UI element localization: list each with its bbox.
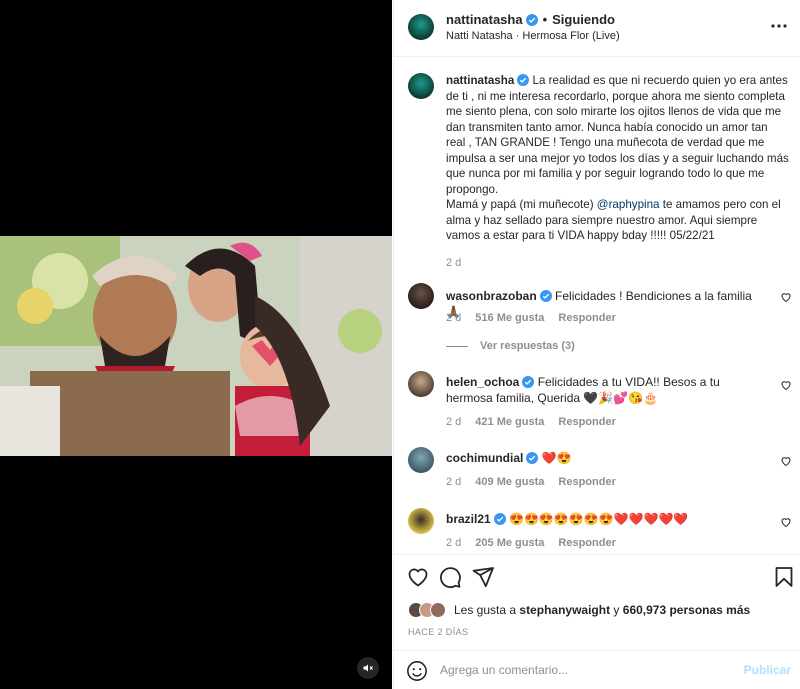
comment-username[interactable]: cochimundial xyxy=(446,451,523,465)
reply-button[interactable]: Responder xyxy=(558,537,615,549)
liker-avatars xyxy=(408,602,446,618)
comment-time: 2 d xyxy=(446,416,462,428)
post-actions: Les gusta a stephanywaight y 660,973 per… xyxy=(394,554,800,664)
more-options-button[interactable] xyxy=(767,16,791,36)
comments-scroll-area[interactable]: nattinatasha La realidad es que ni recue… xyxy=(394,57,800,554)
publish-button[interactable]: Publicar xyxy=(744,663,791,677)
verified-badge-icon xyxy=(526,452,539,464)
verified-badge-icon xyxy=(517,74,530,86)
comment-meta: 2 d 421 Me gusta Responder xyxy=(446,416,630,428)
verified-badge-icon xyxy=(525,14,538,26)
author-username[interactable]: nattinatasha xyxy=(446,12,523,27)
header-separator: • xyxy=(542,12,548,27)
caption-line2: Mamá y papá (mi muñecote) xyxy=(446,198,594,211)
comment-body: helen_ochoa Felicidades a tu VIDA!! Beso… xyxy=(446,374,766,406)
comment-like-heart-icon[interactable] xyxy=(780,379,792,391)
comment-username[interactable]: wasonbrazoban xyxy=(446,289,537,303)
comment-time: 2 d xyxy=(446,537,462,549)
comment-meta: 2 d 409 Me gusta Responder xyxy=(446,476,630,488)
caption-body: La realidad es que ni recuerdo quien yo … xyxy=(446,74,789,196)
reply-button[interactable]: Responder xyxy=(558,476,615,488)
comment-likes[interactable]: 421 Me gusta xyxy=(475,416,544,428)
comment-avatar[interactable] xyxy=(408,447,434,473)
comment-text: ❤️😍 xyxy=(541,451,572,465)
comment-meta: 2 d 205 Me gusta Responder xyxy=(446,537,630,549)
post-header: nattinatasha • Siguiendo Natti Natasha · H… xyxy=(394,0,800,57)
more-horizontal-icon xyxy=(771,24,787,28)
comment-input[interactable] xyxy=(440,659,730,681)
comment-username[interactable]: brazil21 xyxy=(446,512,491,526)
reply-button[interactable]: Responder xyxy=(558,312,615,324)
author-avatar[interactable] xyxy=(408,14,434,40)
comment-like-heart-icon[interactable] xyxy=(780,291,792,303)
view-replies-label: Ver respuestas (3) xyxy=(480,340,575,352)
view-replies-button[interactable]: Ver respuestas (3) xyxy=(446,340,575,352)
likes-summary: Les gusta a stephanywaight y 660,973 per… xyxy=(408,601,750,619)
mute-button[interactable] xyxy=(357,657,379,679)
comment-icon[interactable] xyxy=(438,565,462,589)
comment-username[interactable]: helen_ochoa xyxy=(446,375,519,389)
comment-like-heart-icon[interactable] xyxy=(780,516,792,528)
verified-badge-icon xyxy=(539,290,552,302)
comment-body: brazil21 😍😍😍😍😍😍😍❤️❤️❤️❤️❤️ xyxy=(446,511,766,527)
post-media[interactable] xyxy=(0,0,392,689)
header-user-line: nattinatasha • Siguiendo xyxy=(446,12,615,27)
likes-count[interactable]: 660,973 personas más xyxy=(623,603,750,617)
verified-badge-icon xyxy=(522,376,535,388)
bookmark-icon[interactable] xyxy=(772,565,796,589)
comment-avatar[interactable] xyxy=(408,371,434,397)
comment-meta: 2 d 516 Me gusta Responder xyxy=(446,312,630,324)
comment-likes[interactable]: 205 Me gusta xyxy=(475,537,544,549)
comment-like-heart-icon[interactable] xyxy=(780,455,792,467)
following-button[interactable]: Siguiendo xyxy=(552,12,615,27)
comment-likes[interactable]: 516 Me gusta xyxy=(475,312,544,324)
likes-connector: y xyxy=(613,603,620,617)
heart-icon[interactable] xyxy=(406,565,430,589)
comment-avatar[interactable] xyxy=(408,283,434,309)
verified-badge-icon xyxy=(493,513,506,525)
caption-username[interactable]: nattinatasha xyxy=(446,74,514,87)
caption-text: nattinatasha La realidad es que ni recue… xyxy=(446,73,790,271)
speaker-muted-icon xyxy=(363,664,373,672)
likes-prefix: Les gusta a xyxy=(454,603,517,617)
audio-track-link[interactable]: Natti Natasha · Hermosa Flor (Live) xyxy=(446,30,620,42)
add-comment-bar: Publicar xyxy=(394,650,800,689)
reply-button[interactable]: Responder xyxy=(558,416,615,428)
liker-username[interactable]: stephanywaight xyxy=(519,603,610,617)
post-photo[interactable] xyxy=(0,236,392,456)
caption-avatar[interactable] xyxy=(408,73,434,99)
caption-time: 2 d xyxy=(446,256,462,269)
post-timestamp[interactable]: HACE 2 DÍAS xyxy=(408,627,468,637)
comment-likes[interactable]: 409 Me gusta xyxy=(475,476,544,488)
smiley-icon[interactable] xyxy=(406,660,428,682)
share-icon[interactable] xyxy=(471,565,495,589)
replies-divider-line xyxy=(446,345,468,347)
comment-time: 2 d xyxy=(446,476,462,488)
mention-link[interactable]: @raphypina xyxy=(597,198,660,211)
comment-avatar[interactable] xyxy=(408,508,434,534)
comment-time: 2 d xyxy=(446,312,462,324)
family-photo-illustration xyxy=(0,236,392,456)
comment-text: 😍😍😍😍😍😍😍❤️❤️❤️❤️❤️ xyxy=(509,512,689,526)
post-details-panel: nattinatasha • Siguiendo Natti Natasha · H… xyxy=(393,0,800,689)
comment-body: cochimundial ❤️😍 xyxy=(446,450,766,466)
liker-avatar xyxy=(430,602,446,618)
